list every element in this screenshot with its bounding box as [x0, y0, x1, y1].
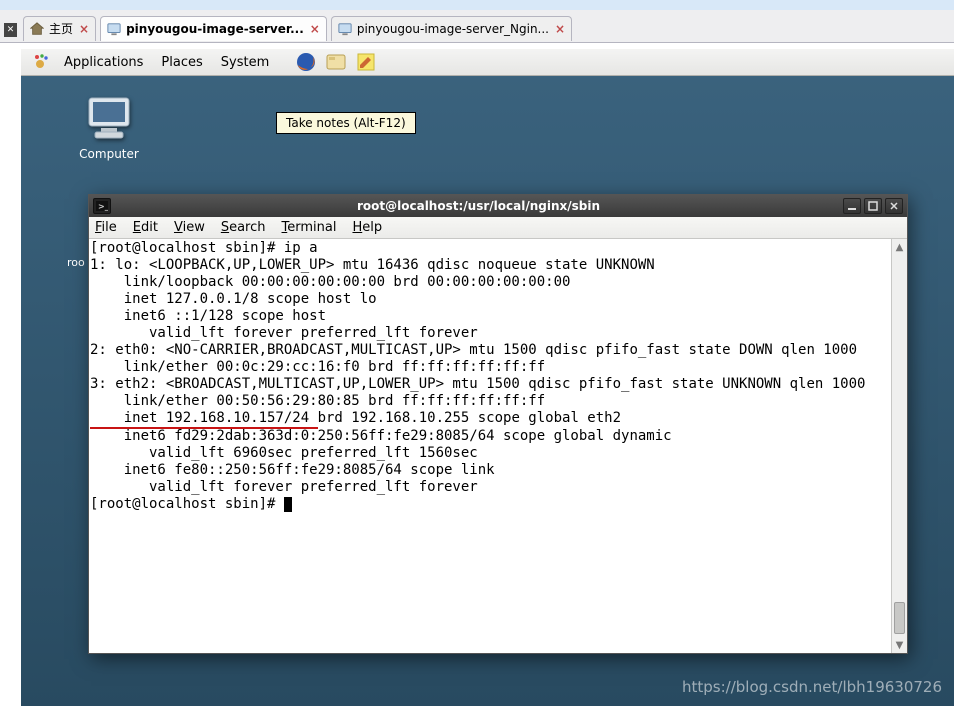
- tab-label: 主页: [49, 20, 73, 37]
- menu-view[interactable]: View: [174, 220, 205, 235]
- tab-vm-2[interactable]: pinyougou-image-server_Ngin... ×: [331, 16, 572, 41]
- close-icon[interactable]: ×: [310, 22, 320, 36]
- firefox-icon[interactable]: [294, 50, 318, 74]
- tab-strip-close[interactable]: ✕: [4, 23, 17, 37]
- folder-docs-icon[interactable]: [324, 50, 348, 74]
- tab-home[interactable]: 主页 ×: [23, 16, 96, 41]
- terminal-window[interactable]: >_ root@localhost:/usr/local/nginx/sbin …: [88, 194, 908, 654]
- scrollbar-thumb[interactable]: [894, 602, 905, 634]
- gnome-top-panel: Applications Places System: [21, 49, 954, 76]
- guest-desktop[interactable]: Computer Take notes (Alt-F12) roo >_ roo…: [21, 76, 954, 706]
- home-icon: [30, 22, 44, 36]
- scroll-down-arrow[interactable]: ▼: [892, 637, 907, 653]
- vm-icon: [338, 22, 352, 36]
- close-icon[interactable]: ×: [79, 22, 89, 36]
- window-maximize-button[interactable]: [864, 198, 882, 214]
- svg-text:>_: >_: [98, 202, 108, 211]
- window-minimize-button[interactable]: [843, 198, 861, 214]
- tab-vm-1[interactable]: pinyougou-image-server... ×: [100, 16, 327, 41]
- terminal-title: root@localhost:/usr/local/nginx/sbin: [117, 199, 840, 213]
- menu-edit[interactable]: Edit: [133, 220, 158, 235]
- tab-label: pinyougou-image-server...: [126, 22, 304, 36]
- window-close-button[interactable]: [885, 198, 903, 214]
- vm-screen-area: Applications Places System: [0, 43, 954, 706]
- document-tab-row: ✕ 主页 × pinyougou-image-server... × pinyo…: [0, 10, 954, 43]
- menu-file[interactable]: File: [95, 220, 117, 235]
- terminal-body: [root@localhost sbin]# ip a 1: lo: <LOOP…: [89, 239, 907, 653]
- terminal-titlebar[interactable]: >_ root@localhost:/usr/local/nginx/sbin: [89, 195, 907, 217]
- menu-help[interactable]: Help: [352, 220, 382, 235]
- menu-applications[interactable]: Applications: [56, 52, 151, 73]
- cursor: [284, 497, 292, 512]
- notes-icon[interactable]: [354, 50, 378, 74]
- terminal-menubar: File Edit View Search Terminal Help: [89, 217, 907, 239]
- gnome-foot-icon[interactable]: [29, 50, 53, 74]
- terminal-app-icon: >_: [93, 198, 111, 214]
- terminal-scrollbar[interactable]: ▲ ▼: [891, 239, 907, 653]
- highlighted-ip: inet 192.168.10.157/24: [90, 410, 318, 429]
- guest-viewport: Applications Places System: [21, 49, 954, 706]
- host-app-toolbar: [0, 0, 954, 10]
- desktop-computer-label: Computer: [69, 147, 149, 161]
- clipped-label: roo: [67, 256, 85, 269]
- menu-system[interactable]: System: [213, 52, 277, 73]
- notes-tooltip: Take notes (Alt-F12): [276, 112, 416, 134]
- desktop-computer-icon[interactable]: Computer: [69, 96, 149, 161]
- watermark-text: https://blog.csdn.net/lbh19630726: [682, 678, 942, 696]
- menu-search[interactable]: Search: [221, 220, 266, 235]
- scroll-up-arrow[interactable]: ▲: [892, 239, 907, 255]
- menu-terminal[interactable]: Terminal: [282, 220, 337, 235]
- close-icon[interactable]: ×: [555, 22, 565, 36]
- vm-icon: [107, 22, 121, 36]
- menu-places[interactable]: Places: [153, 52, 210, 73]
- tab-label: pinyougou-image-server_Ngin...: [357, 22, 549, 36]
- terminal-output[interactable]: [root@localhost sbin]# ip a 1: lo: <LOOP…: [89, 239, 891, 653]
